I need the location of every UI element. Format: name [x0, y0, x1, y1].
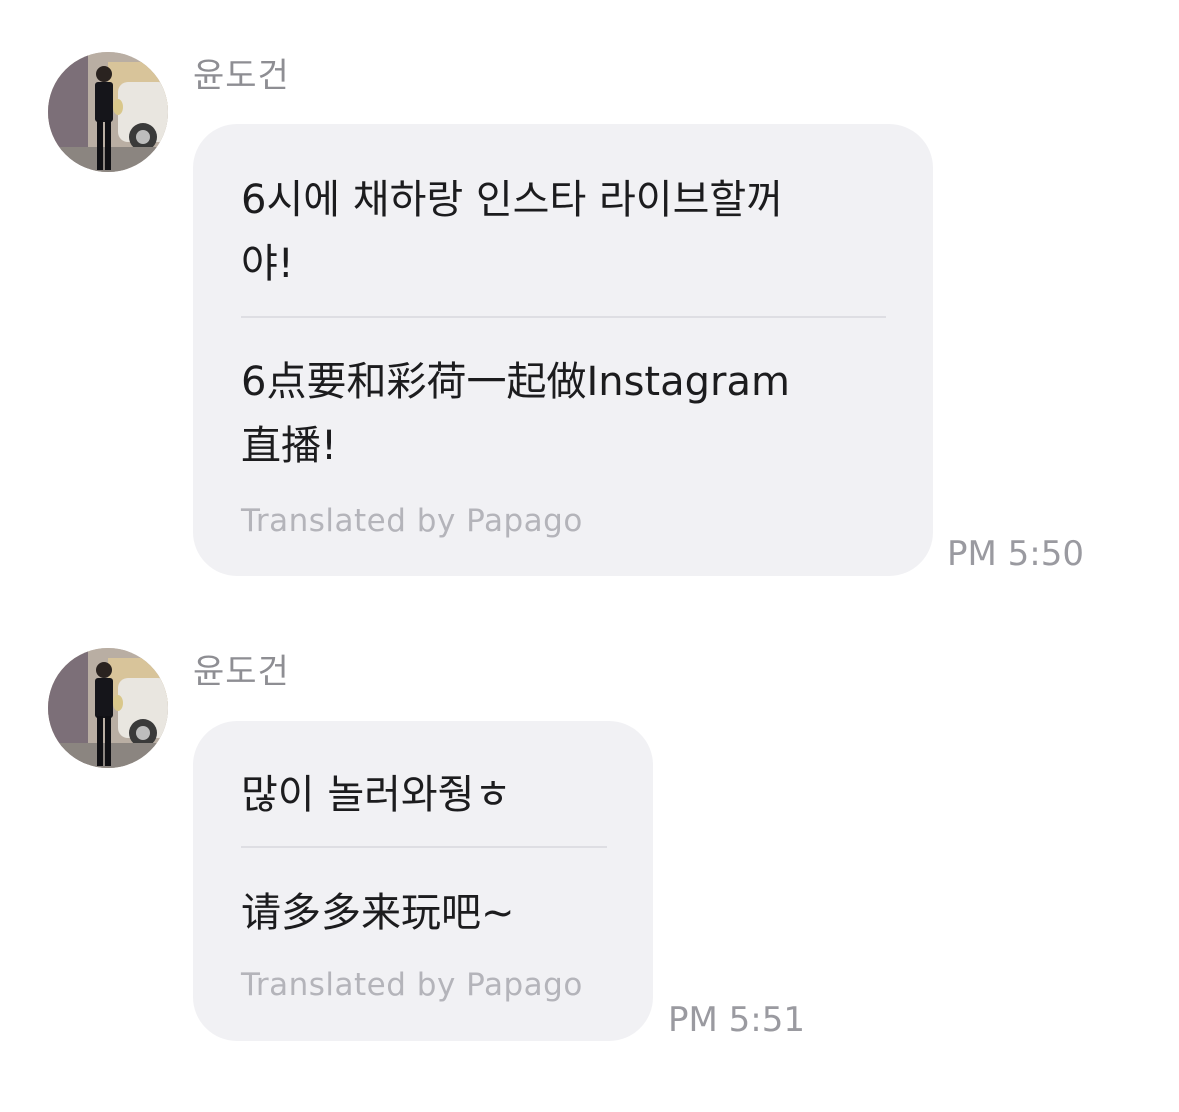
message-group: 윤도건 많이 놀러와줭ㅎ 请多多来玩吧~ Translated by Papag…: [0, 0, 1179, 1112]
sender-name: 윤도건: [193, 652, 290, 692]
translation-divider: [241, 846, 607, 848]
message-bubble[interactable]: 많이 놀러와줭ㅎ 请多多来玩吧~ Translated by Papago: [193, 721, 653, 1041]
original-message-text: 많이 놀러와줭ㅎ: [241, 772, 512, 818]
message-timestamp: PM 5:51: [668, 1000, 805, 1040]
translated-message-text: 请多多来玩吧~: [241, 890, 515, 936]
translated-by-label: Translated by Papago: [241, 967, 583, 1003]
avatar[interactable]: [48, 648, 168, 768]
avatar-photo: [48, 648, 168, 768]
